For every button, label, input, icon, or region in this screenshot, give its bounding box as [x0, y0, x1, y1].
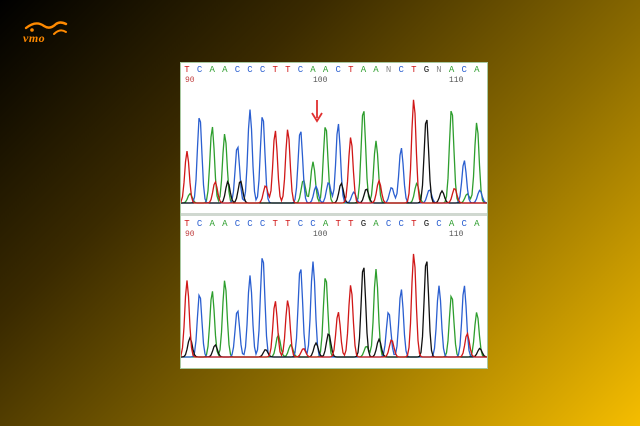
base-calls-top: TCAACCCTTCAACTAANCTGNACA: [181, 64, 487, 76]
base-call: C: [398, 65, 404, 75]
base-call: C: [310, 219, 316, 229]
base-call: T: [184, 65, 190, 75]
base-calls-bottom: TCAACCCTTCCATTGACCTGCACA: [181, 218, 487, 230]
mutation-arrow-icon: [311, 100, 323, 123]
base-call: T: [335, 219, 341, 229]
position-label: 100: [313, 76, 328, 85]
trace-bottom: [181, 253, 487, 358]
chromatogram-panel-bottom: TCAACCCTTCCATTGACCTGCACA 90 100 110: [181, 217, 487, 367]
base-call: C: [461, 65, 467, 75]
position-label: 110: [449, 76, 464, 85]
base-call: T: [348, 219, 354, 229]
logo-text: vmo: [23, 31, 46, 45]
trace-top: [181, 99, 487, 204]
base-call: A: [209, 65, 215, 75]
base-call: C: [385, 219, 392, 229]
base-call: A: [322, 65, 329, 75]
base-call: A: [373, 219, 379, 229]
base-call: A: [474, 65, 480, 75]
base-call: T: [285, 65, 291, 75]
base-call: T: [285, 219, 291, 229]
base-call: G: [423, 65, 430, 75]
base-call: A: [448, 219, 455, 229]
base-call: C: [259, 65, 266, 75]
base-call: A: [474, 219, 480, 229]
base-call: T: [411, 219, 417, 229]
base-call: N: [436, 65, 442, 75]
position-label: 110: [449, 230, 464, 239]
position-label: 90: [185, 230, 195, 239]
base-call: C: [335, 65, 341, 75]
base-call: C: [234, 65, 241, 75]
base-call: C: [247, 65, 253, 75]
chromatogram-figure: TCAACCCTTCAACTAANCTGNACA 90 100 110 TCAACC…: [180, 62, 488, 369]
base-call: C: [297, 65, 304, 75]
base-call: A: [310, 65, 316, 75]
base-call: C: [436, 219, 442, 229]
base-call: A: [322, 219, 329, 229]
base-call: C: [461, 219, 467, 229]
base-call: C: [234, 219, 241, 229]
base-call: C: [259, 219, 266, 229]
base-call: C: [196, 219, 203, 229]
base-call: C: [196, 65, 203, 75]
chromatogram-panel-top: TCAACCCTTCAACTAANCTGNACA 90 100 110: [181, 63, 487, 216]
base-call: T: [272, 65, 278, 75]
base-call: T: [348, 65, 354, 75]
position-label: 90: [185, 76, 195, 85]
base-call: N: [385, 65, 392, 75]
base-call: C: [297, 219, 304, 229]
base-call: A: [222, 65, 228, 75]
base-call: A: [448, 65, 455, 75]
base-call: T: [411, 65, 417, 75]
base-call: C: [247, 219, 253, 229]
base-call: T: [272, 219, 278, 229]
position-label: 100: [313, 230, 328, 239]
base-call: C: [398, 219, 404, 229]
base-call: T: [184, 219, 190, 229]
base-call: A: [209, 219, 215, 229]
base-call: A: [222, 219, 228, 229]
base-call: A: [360, 65, 367, 75]
base-call: G: [360, 219, 367, 229]
base-call: G: [423, 219, 430, 229]
base-call: A: [373, 65, 379, 75]
